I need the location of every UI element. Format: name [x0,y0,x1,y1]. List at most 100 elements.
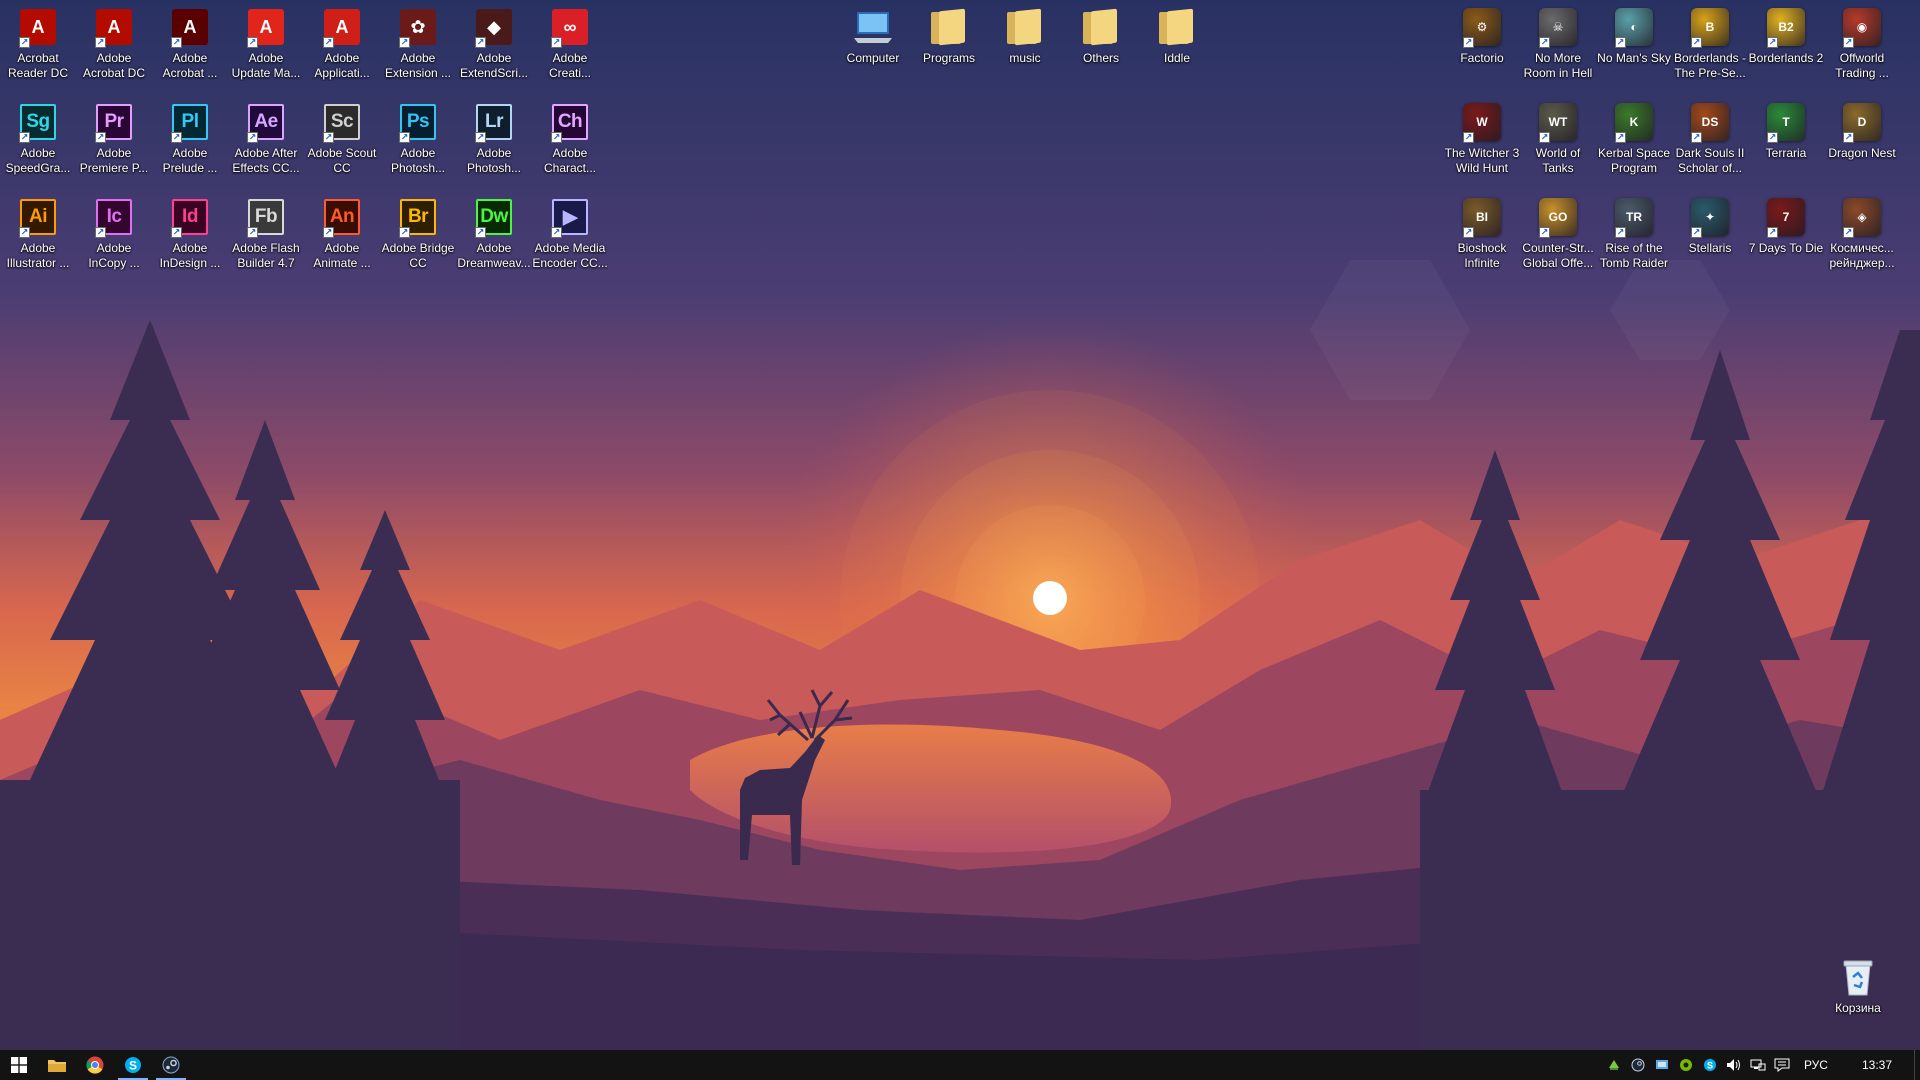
app-icon: A ↗ [321,6,363,48]
desktop-icon-label: music [1009,51,1041,65]
desktop-icon-label: Factorio [1460,51,1504,65]
desktop-icon-adobe-scout-cc[interactable]: Sc ↗ Adobe Scout CC [304,95,380,187]
desktop-icon-adobe-acrobat-dc[interactable]: A ↗ Adobe Acrobat DC [76,0,152,92]
app-icon: Pl ↗ [169,101,211,143]
desktop-icon-adobe-indesign[interactable]: Id ↗ Adobe InDesign ... [152,190,228,282]
desktop-icon-borderlands-2[interactable]: B2 ↗ Borderlands 2 [1748,0,1824,92]
desktop-icon-music[interactable]: music [987,0,1063,92]
shortcut-arrow-icon: ↗ [95,227,106,238]
desktop-icon-label: Adobe Flash Builder 4.7 [232,241,300,270]
desktop: A ↗ Acrobat Reader DC A ↗ Adobe Acrobat DC A ↗ A… [0,0,1920,1080]
desktop-icon-label: Космичес... рейнджер... [1829,241,1895,270]
app-icon: Ai ↗ [17,196,59,238]
tray-green-app-icon[interactable] [1602,1050,1626,1080]
desktop-icon-no-man-s-sky[interactable]: ◐ ↗ No Man's Sky [1596,0,1672,92]
desktop-icon-космичес-рейнджер[interactable]: ◈ ↗ Космичес... рейнджер... [1824,190,1900,282]
app-icon: ▶ ↗ [549,196,591,238]
skype-button[interactable]: S [114,1050,152,1080]
volume-icon[interactable] [1722,1050,1746,1080]
computer-icon [852,6,894,48]
shortcut-arrow-icon: ↗ [1539,227,1550,238]
desktop-icon-bioshock-infinite[interactable]: BI ↗ Bioshock Infinite [1444,190,1520,282]
app-icon: A ↗ [17,6,59,48]
tray-network-monitor-icon[interactable] [1650,1050,1674,1080]
desktop-icon-adobe-premiere-p[interactable]: Pr ↗ Adobe Premiere P... [76,95,152,187]
input-language[interactable]: РУС [1794,1058,1838,1072]
recycle-bin-icon-item[interactable]: Корзина [1820,950,1896,1042]
desktop-icon-others[interactable]: Others [1063,0,1139,92]
game-icon: DS ↗ [1689,101,1731,143]
desktop-icon-7-days-to-die[interactable]: 7 ↗ 7 Days To Die [1748,190,1824,282]
game-icon: W ↗ [1461,101,1503,143]
desktop-icon-adobe-flash-builder-4-7[interactable]: Fb ↗ Adobe Flash Builder 4.7 [228,190,304,282]
start-button[interactable] [0,1050,38,1080]
folder-icon [1156,6,1198,48]
desktop-icon-adobe-extendscri[interactable]: ◆ ↗ Adobe ExtendScri... [456,0,532,92]
desktop-icon-adobe-creati[interactable]: ∞ ↗ Adobe Creati... [532,0,608,92]
desktop-icon-the-witcher-3-wild-hunt[interactable]: W ↗ The Witcher 3 Wild Hunt [1444,95,1520,187]
desktop-icon-adobe-photosh[interactable]: Lr ↗ Adobe Photosh... [456,95,532,187]
desktop-icon-label: Adobe Extension ... [384,51,452,80]
clock[interactable]: 13:37 [1838,1058,1914,1072]
desktop-icon-adobe-media-encoder-cc[interactable]: ▶ ↗ Adobe Media Encoder CC... [532,190,608,282]
show-desktop-button[interactable] [1914,1050,1920,1080]
desktop-icon-rise-of-the-tomb-raider[interactable]: TR ↗ Rise of the Tomb Raider [1596,190,1672,282]
desktop-icon-dark-souls-ii-scholar-of[interactable]: DS ↗ Dark Souls II Scholar of... [1672,95,1748,187]
app-icon: Ps ↗ [397,101,439,143]
desktop-icon-label: Adobe ExtendScri... [459,51,529,80]
desktop-icon-label: Adobe Charact... [543,146,597,175]
desktop-icon-world-of-tanks[interactable]: WT ↗ World of Tanks [1520,95,1596,187]
desktop-icon-adobe-incopy[interactable]: Ic ↗ Adobe InCopy ... [76,190,152,282]
desktop-icon-adobe-speedgra[interactable]: Sg ↗ Adobe SpeedGra... [0,95,76,187]
desktop-icon-label: Borderlands 2 [1748,51,1824,65]
shortcut-arrow-icon: ↗ [323,132,334,143]
desktop-icon-iddle[interactable]: Iddle [1139,0,1215,92]
shortcut-arrow-icon: ↗ [1539,37,1550,48]
desktop-icon-adobe-animate[interactable]: An ↗ Adobe Animate ... [304,190,380,282]
desktop-icon-adobe-illustrator[interactable]: Ai ↗ Adobe Illustrator ... [0,190,76,282]
desktop-icon-adobe-bridge-cc[interactable]: Br ↗ Adobe Bridge CC [380,190,456,282]
desktop-icon-adobe-extension[interactable]: ✿ ↗ Adobe Extension ... [380,0,456,92]
tray-steam-icon[interactable] [1626,1050,1650,1080]
app-icon: Dw ↗ [473,196,515,238]
desktop-icon-programs[interactable]: Programs [911,0,987,92]
desktop-icon-acrobat-reader-dc[interactable]: A ↗ Acrobat Reader DC [0,0,76,92]
desktop-icon-dragon-nest[interactable]: D ↗ Dragon Nest [1824,95,1900,187]
desktop-icon-label: The Witcher 3 Wild Hunt [1444,146,1520,175]
shortcut-arrow-icon: ↗ [475,132,486,143]
desktop-icon-adobe-charact[interactable]: Ch ↗ Adobe Charact... [532,95,608,187]
action-center-icon[interactable] [1770,1050,1794,1080]
desktop-icon-computer[interactable]: Computer [835,0,911,92]
tray-nvidia-icon[interactable] [1674,1050,1698,1080]
desktop-icon-adobe-acrobat[interactable]: A ↗ Adobe Acrobat ... [152,0,228,92]
desktop-icon-adobe-applicati[interactable]: A ↗ Adobe Applicati... [304,0,380,92]
app-icon: Pr ↗ [93,101,135,143]
desktop-icon-terraria[interactable]: T ↗ Terraria [1748,95,1824,187]
desktop-icon-no-more-room-in-hell[interactable]: ☠ ↗ No More Room in Hell [1520,0,1596,92]
desktop-icon-counter-str-global-offe[interactable]: GO ↗ Counter-Str... Global Offe... [1520,190,1596,282]
network-icon[interactable] [1746,1050,1770,1080]
desktop-icon-adobe-update-ma[interactable]: A ↗ Adobe Update Ma... [228,0,304,92]
game-icon: D ↗ [1841,101,1883,143]
desktop-icon-borderlands-the-pre-se[interactable]: B ↗ Borderlands - The Pre-Se... [1672,0,1748,92]
tray-skype-icon[interactable]: S [1698,1050,1722,1080]
shortcut-arrow-icon: ↗ [399,37,410,48]
desktop-icon-offworld-trading[interactable]: ◉ ↗ Offworld Trading ... [1824,0,1900,92]
desktop-icon-label: Adobe After Effects CC... [232,146,300,175]
desktop-icon-factorio[interactable]: ⚙ ↗ Factorio [1444,0,1520,92]
desktop-icon-adobe-photosh[interactable]: Ps ↗ Adobe Photosh... [380,95,456,187]
file-explorer-button[interactable] [38,1050,76,1080]
desktop-icon-adobe-dreamweav[interactable]: Dw ↗ Adobe Dreamweav... [456,190,532,282]
desktop-icon-kerbal-space-program[interactable]: K ↗ Kerbal Space Program [1596,95,1672,187]
desktop-icon-label: Adobe Photosh... [390,146,446,175]
app-icon: Lr ↗ [473,101,515,143]
desktop-icon-adobe-prelude[interactable]: Pl ↗ Adobe Prelude ... [152,95,228,187]
desktop-icon-adobe-after-effects-cc[interactable]: Ae ↗ Adobe After Effects CC... [228,95,304,187]
folder-icon [1004,6,1046,48]
shortcut-arrow-icon: ↗ [1691,227,1702,238]
shortcut-arrow-icon: ↗ [95,37,106,48]
chrome-button[interactable] [76,1050,114,1080]
steam-button[interactable] [152,1050,190,1080]
desktop-icon-stellaris[interactable]: ✦ ↗ Stellaris [1672,190,1748,282]
svg-text:S: S [129,1059,137,1073]
